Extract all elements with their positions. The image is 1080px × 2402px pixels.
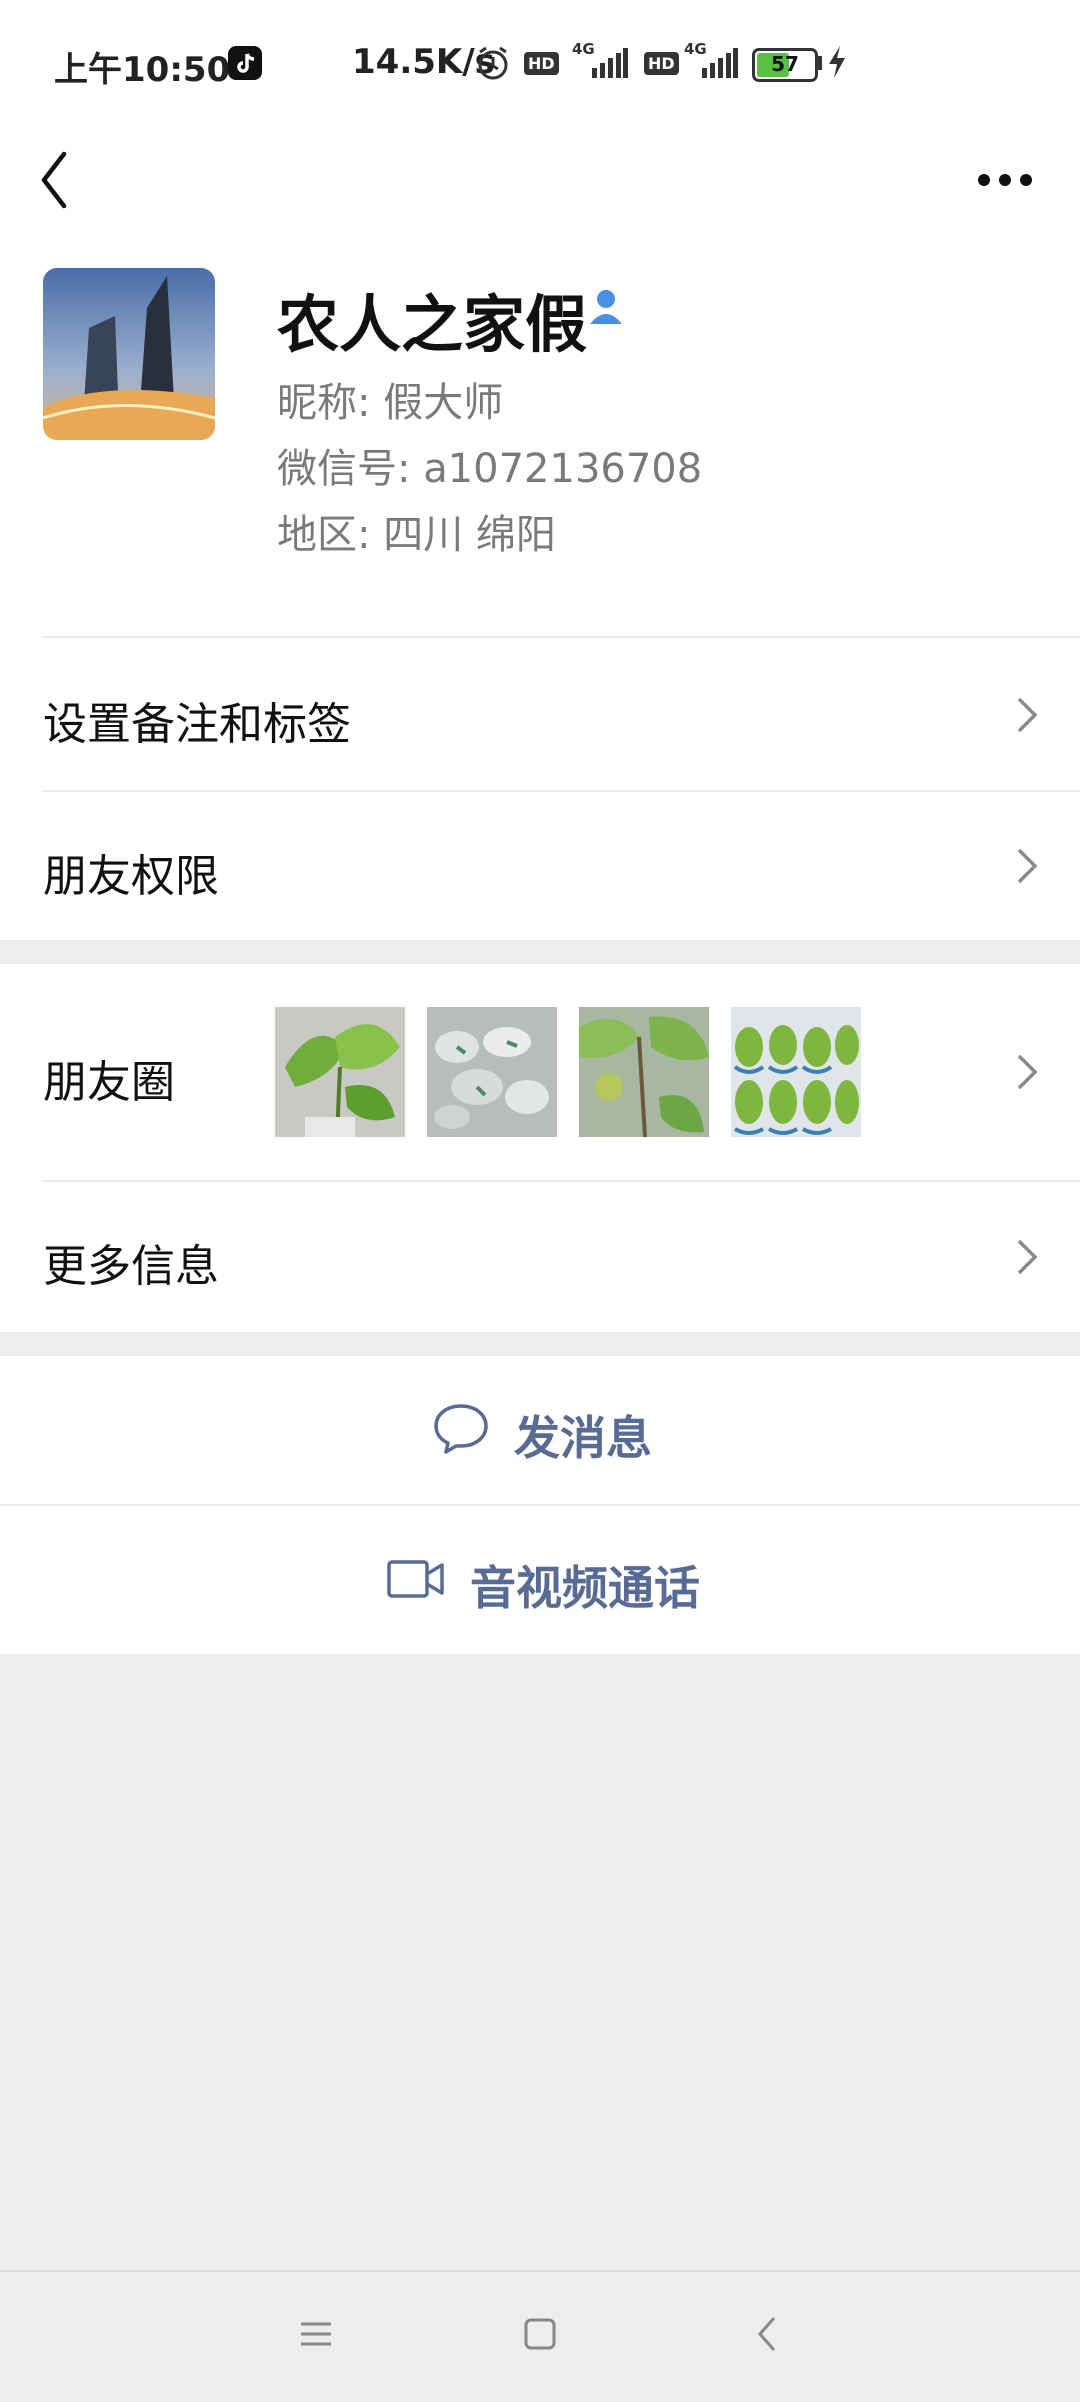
nickname-line: 昵称: 假大师: [277, 380, 504, 426]
title-bar: [0, 130, 1080, 240]
status-bar: 上午10:50 14.5K/s HD 4G HD 4G 57: [0, 0, 1080, 130]
status-time: 上午10:50: [54, 50, 231, 90]
charging-icon: [826, 44, 848, 84]
chevron-right-icon: [1017, 1239, 1038, 1275]
system-nav-bar: [0, 2270, 1080, 2402]
menu-icon[interactable]: [298, 2316, 334, 2352]
more-info-row[interactable]: 更多信息: [0, 1182, 1080, 1332]
send-message-button[interactable]: 发消息: [0, 1356, 1080, 1504]
hd-badge-1: HD: [524, 52, 559, 75]
divider: [43, 636, 1080, 638]
moments-thumbnail-1: [275, 1007, 405, 1137]
chevron-right-icon: [1017, 1054, 1038, 1090]
battery-icon: 57: [752, 48, 818, 82]
signal-icon-2: [700, 48, 738, 82]
chat-bubble-icon: [434, 1404, 488, 1454]
remark-tags-label: 设置备注和标签: [43, 699, 351, 750]
tiktok-icon: [228, 46, 262, 80]
moments-thumbnail-4: [731, 1007, 861, 1137]
moments-thumbnail-3: [579, 1007, 709, 1137]
back-nav-icon[interactable]: [752, 2314, 782, 2354]
settings-group: 设置备注和标签 朋友权限: [0, 640, 1080, 940]
battery-level: 57: [771, 52, 799, 76]
signal-icon-1: [590, 48, 628, 82]
verified-person-icon: [584, 284, 628, 332]
chevron-right-icon: [1017, 697, 1038, 733]
home-icon[interactable]: [522, 2316, 558, 2352]
moments-thumbnail-2: [427, 1007, 557, 1137]
more-info-label: 更多信息: [43, 1241, 219, 1292]
wechat-id-line: 微信号: a1072136708: [277, 446, 703, 492]
remark-tags-row[interactable]: 设置备注和标签: [0, 640, 1080, 790]
friend-permissions-row[interactable]: 朋友权限: [0, 792, 1080, 940]
moments-row[interactable]: 朋友圈: [0, 964, 1080, 1180]
video-camera-icon: [387, 1560, 444, 1598]
battery-tip: [818, 56, 822, 70]
send-message-label: 发消息: [514, 1411, 652, 1465]
friend-permissions-label: 朋友权限: [43, 851, 219, 902]
back-button[interactable]: [34, 130, 104, 230]
moments-label: 朋友圈: [43, 1057, 175, 1108]
region-line: 地区: 四川 绵阳: [277, 512, 556, 558]
hd-badge-2: HD: [644, 52, 679, 75]
video-call-button[interactable]: 音视频通话: [0, 1506, 1080, 1654]
moments-thumbnails: [275, 1007, 875, 1137]
alarm-icon: [474, 44, 512, 86]
profile-card: 农人之家假 昵称: 假大师 微信号: a1072136708 地区: 四川 绵阳: [0, 240, 1080, 640]
video-call-label: 音视频通话: [470, 1561, 700, 1615]
moments-group: 朋友圈 更多信息: [0, 964, 1080, 1332]
display-name: 农人之家假: [277, 288, 588, 361]
avatar[interactable]: [43, 268, 215, 440]
more-options-button[interactable]: [970, 150, 1050, 210]
chevron-right-icon: [1017, 848, 1038, 884]
